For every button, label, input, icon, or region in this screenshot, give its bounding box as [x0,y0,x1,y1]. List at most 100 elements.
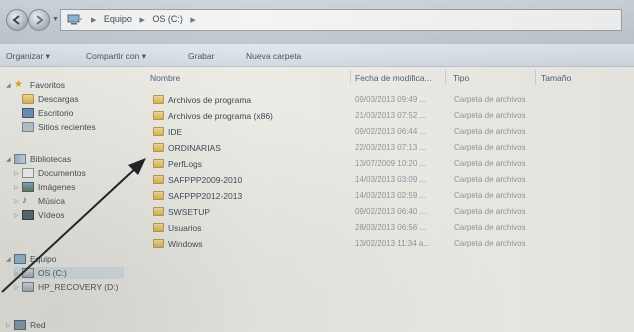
nav-label: OS (C:) [38,268,67,278]
nav-videos[interactable]: ▷ Vídeos [14,209,64,221]
nav-documents[interactable]: ▷ Documentos [14,167,86,179]
file-row[interactable]: SAFPPP2009-2010 14/03/2013 03:09 ... Car… [150,173,630,186]
nav-label: Escritorio [38,108,74,118]
file-type: Carpeta de archivos [454,223,526,232]
nav-label: Equipo [30,254,57,264]
collapse-icon[interactable]: ▷ [14,170,22,177]
column-divider[interactable] [445,70,446,84]
file-row[interactable]: IDE 09/02/2013 06:44 ... Carpeta de arch… [150,125,630,138]
folder-icon [153,143,164,152]
file-type: Carpeta de archivos [454,159,526,168]
nav-libraries[interactable]: ◢ Bibliotecas [6,153,71,165]
forward-button[interactable] [28,9,50,31]
expand-icon[interactable]: ◢ [6,256,14,263]
folder-icon [153,95,164,104]
file-name: Usuarios [168,223,202,233]
collapse-icon[interactable]: ▷ [14,212,22,219]
breadcrumb-drive[interactable]: OS (C:) [152,14,183,24]
file-name: IDE [168,127,183,137]
file-row[interactable]: Archivos de programa 09/03/2013 09:49 ..… [150,93,630,106]
nav-music[interactable]: ▷ ♪ Música [14,195,65,207]
file-date: 13/07/2009 10:20 ... [355,159,427,168]
forward-arrow-icon [36,15,44,25]
file-row[interactable]: ORDINARIAS 22/03/2013 07:13 ... Carpeta … [150,141,630,154]
nav-network[interactable]: ▷ Red [6,319,46,331]
column-header-type[interactable]: Tipo [453,73,469,83]
file-type: Carpeta de archivos [454,175,526,184]
nav-label: Descargas [38,94,79,104]
downloads-folder-icon [22,94,34,104]
desktop-icon [22,108,34,118]
file-row[interactable]: SAFPPP2012-2013 14/03/2013 02:59 ... Car… [150,189,630,202]
nav-label: Bibliotecas [30,154,72,164]
file-type: Carpeta de archivos [454,95,526,104]
collapse-icon[interactable]: ▷ [6,322,14,329]
folder-icon [153,223,164,232]
collapse-icon[interactable]: ▷ [14,284,22,291]
column-header-date[interactable]: Fecha de modifica... [355,73,432,83]
file-name: SAFPPP2009-2010 [168,175,243,185]
breadcrumb-computer[interactable]: Equipo [104,14,132,24]
nav-recent[interactable]: Sitios recientes [22,121,96,133]
organize-button[interactable]: Organizar ▾ [6,51,50,62]
file-date: 21/03/2013 07:52 ... [355,111,427,120]
column-divider[interactable] [535,70,536,84]
breadcrumb-separator-icon: ▶ [91,17,97,24]
folder-icon [153,175,164,184]
recent-places-icon [22,122,34,132]
file-name: Windows [168,239,203,249]
collapse-icon[interactable]: ▷ [14,184,22,191]
nav-desktop[interactable]: Escritorio [22,107,73,119]
music-note-icon: ♪ [22,195,27,206]
file-date: 09/02/2013 06:44 ... [355,127,427,136]
back-button[interactable] [6,9,28,31]
images-icon [22,182,34,192]
libraries-icon [14,154,26,164]
nav-label: Red [30,320,46,330]
file-type: Carpeta de archivos [454,111,526,120]
burn-button[interactable]: Grabar [188,51,214,61]
file-date: 14/03/2013 02:59 ... [355,191,427,200]
file-date: 22/03/2013 07:13 ... [355,143,427,152]
file-date: 09/03/2013 09:49 ... [355,95,427,104]
drive-icon [22,282,34,292]
nav-favorites[interactable]: ◢ ★ Favoritos [6,79,65,91]
nav-computer[interactable]: ◢ Equipo [6,253,56,265]
file-type: Carpeta de archivos [454,127,526,136]
nav-label: Sitios recientes [38,122,96,132]
recent-pages-chevron-icon[interactable]: ▼ [52,16,59,23]
share-button[interactable]: Compartir con ▾ [86,51,146,62]
nav-images[interactable]: ▷ Imágenes [14,181,75,193]
file-name: SWSETUP [168,207,211,217]
column-divider[interactable] [350,70,351,84]
file-row[interactable]: Windows 13/02/2013 11:34 a... Carpeta de… [150,237,630,250]
file-row[interactable]: SWSETUP 09/02/2013 06:40 ... Carpeta de … [150,205,630,218]
file-type: Carpeta de archivos [454,143,526,152]
back-arrow-icon [12,15,20,25]
folder-icon [153,111,164,120]
file-name: Archivos de programa (x86) [168,111,273,121]
nav-downloads[interactable]: Descargas [22,93,79,105]
breadcrumb: ▶ Equipo ▶ OS (C:) ▶ [91,14,201,24]
column-header-name[interactable]: Nombre [150,73,180,83]
file-type: Carpeta de archivos [454,239,526,248]
nav-os-drive[interactable]: ▷ OS (C:) [14,267,124,279]
nav-recovery-drive[interactable]: ▷ HP_RECOVERY (D:) [14,281,118,293]
nav-label: Favoritos [30,80,65,90]
collapse-icon[interactable]: ▷ [14,198,22,205]
file-row[interactable]: PerfLogs 13/07/2009 10:20 ... Carpeta de… [150,157,630,170]
file-name: SAFPPP2012-2013 [168,191,243,201]
expand-icon[interactable]: ◢ [6,156,14,163]
expand-icon[interactable]: ◢ [6,82,14,89]
breadcrumb-separator-icon: ▶ [190,17,196,24]
folder-icon [153,239,164,248]
address-field[interactable]: ▶ Equipo ▶ OS (C:) ▶ [60,9,622,31]
star-icon: ★ [14,79,23,90]
collapse-icon[interactable]: ▷ [14,270,22,277]
new-folder-button[interactable]: Nueva carpeta [246,51,301,61]
column-header-size[interactable]: Tamaño [541,73,571,83]
network-icon [14,320,26,330]
file-date: 13/02/2013 11:34 a... [355,239,431,248]
file-row[interactable]: Archivos de programa (x86) 21/03/2013 07… [150,109,630,122]
file-row[interactable]: Usuarios 28/03/2013 06:56 ... Carpeta de… [150,221,630,234]
